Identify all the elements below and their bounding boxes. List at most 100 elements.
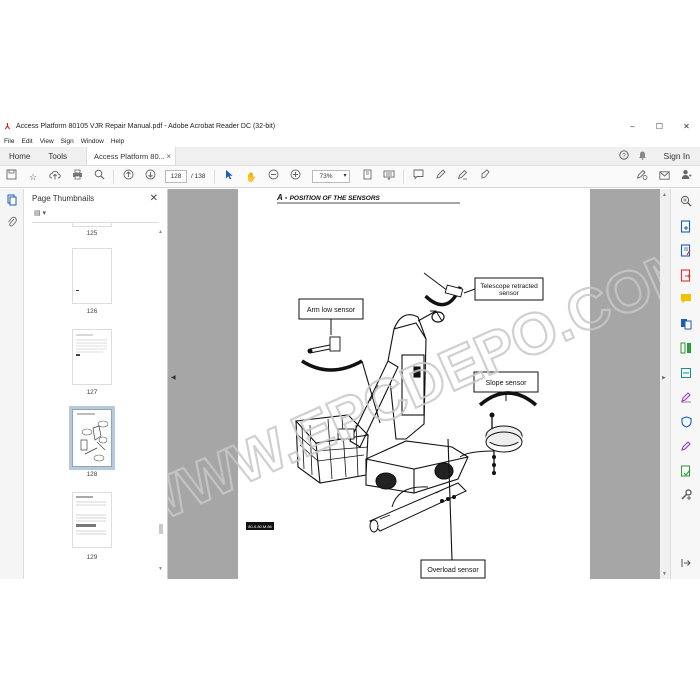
tab-document-label: Access Platform 80... <box>94 151 165 161</box>
cloud-upload-icon[interactable] <box>44 166 66 188</box>
thumbnail-page[interactable] <box>72 248 112 304</box>
comment-icon[interactable] <box>407 166 429 188</box>
thumbnail-page[interactable] <box>72 223 112 227</box>
sign-in-button[interactable]: Sign In <box>664 151 690 161</box>
help-icon[interactable]: ? <box>618 150 629 162</box>
combine-files-icon[interactable] <box>671 312 700 337</box>
notifications-bell-icon[interactable] <box>638 150 647 162</box>
page-number-input[interactable]: 128 <box>165 170 187 183</box>
arm-low-sensor-label: Arm low sensor <box>307 307 356 314</box>
thumbnail-list: 125 126 127 128 129 <box>24 223 167 563</box>
attachments-paperclip-icon[interactable] <box>0 211 24 233</box>
next-page-icon[interactable] <box>139 166 161 188</box>
tab-home[interactable]: Home <box>0 147 39 165</box>
menu-sign[interactable]: Sign <box>61 138 74 145</box>
thumbnail-page-number: 129 <box>86 554 98 561</box>
window-title: Access Platform 80105 VJR Repair Manual.… <box>16 123 276 130</box>
toolbar-divider <box>214 169 216 184</box>
select-arrow-icon[interactable] <box>218 166 240 188</box>
scrollbar-thumb[interactable] <box>159 524 163 534</box>
thumbnails-title: Page Thumbnails <box>32 193 95 203</box>
page-fit-icon[interactable] <box>356 166 378 188</box>
export-pdf-icon[interactable] <box>671 263 700 288</box>
menu-help[interactable]: Help <box>111 138 124 145</box>
menu-view[interactable]: View <box>40 138 54 145</box>
more-tools-icon[interactable] <box>671 483 700 508</box>
slope-sensor-label: Slope sensor <box>486 380 528 387</box>
thumbnail-scrollbar[interactable]: ▲ ▼ <box>158 229 164 574</box>
expand-tools-pane-icon[interactable] <box>671 551 700 576</box>
menu-window[interactable]: Window <box>81 138 104 145</box>
scroll-up-icon[interactable]: ▲ <box>662 192 667 198</box>
thumbnail-page-number: 126 <box>86 308 98 315</box>
thumbnail-content <box>76 290 79 291</box>
search-zoom-icon[interactable] <box>671 189 700 214</box>
menu-file[interactable]: File <box>4 138 14 145</box>
previous-page-icon[interactable] <box>117 166 139 188</box>
toolbar-divider <box>403 169 405 184</box>
page-thumbnails-panel: Page Thumbnails ✕ ▤ ▾ 125 126 127 128 12… <box>24 189 168 579</box>
sensor-diagram: A - Position of the sensors Arm low sens… <box>246 193 544 579</box>
highlight-pen-icon[interactable] <box>429 166 451 188</box>
tab-tools[interactable]: Tools <box>39 147 76 165</box>
draw-pen-icon[interactable] <box>451 166 473 188</box>
mail-icon[interactable] <box>653 166 675 188</box>
organize-pages-icon[interactable] <box>671 336 700 361</box>
tab-bar: Home Tools Access Platform 80... × ? Sig… <box>0 147 700 166</box>
tab-close-button[interactable]: × <box>166 152 171 161</box>
zoom-out-icon[interactable] <box>262 166 284 188</box>
fill-and-sign-icon[interactable] <box>671 385 700 410</box>
scroll-down-icon[interactable]: ▼ <box>662 571 667 577</box>
title-bar: ⅄ Access Platform 80105 VJR Repair Manua… <box>0 118 700 135</box>
main-toolbar: ☆ 128 / 138 ✋ 73% <box>0 166 700 188</box>
bookmark-star-icon[interactable]: ☆ <box>22 166 44 188</box>
slope-sensor-callout: Slope sensor <box>459 371 539 475</box>
pdf-page: A - Position of the sensors <box>238 189 590 579</box>
create-pdf-icon[interactable] <box>671 214 700 239</box>
thumbnail-content <box>76 334 107 356</box>
tab-document[interactable]: Access Platform 80... × <box>86 147 177 165</box>
certificates-icon[interactable] <box>671 459 700 484</box>
figure-reference-text: 80-0.80.M.86 <box>248 524 272 529</box>
maximize-button[interactable]: ☐ <box>646 122 673 131</box>
protect-shield-icon[interactable] <box>671 410 700 435</box>
thumbnail-page[interactable] <box>72 492 112 548</box>
thumbnail-page-number: 127 <box>86 389 98 396</box>
overload-sensor-label: Overload sensor <box>427 567 479 574</box>
zoom-in-icon[interactable] <box>284 166 306 188</box>
thumbnail-content <box>77 413 109 462</box>
right-tools-rail <box>670 189 700 579</box>
close-panel-icon[interactable]: ✕ <box>150 193 158 204</box>
thumbnail-page-selected[interactable] <box>69 406 115 470</box>
close-window-button[interactable]: ✕ <box>673 122 700 131</box>
zoom-level-select[interactable]: 73% <box>312 170 351 183</box>
telescope-sensor-callout: Telescope retracted sensor <box>417 272 544 323</box>
menu-edit[interactable]: Edit <box>21 138 32 145</box>
scan-ocr-icon[interactable] <box>671 361 700 386</box>
page-thumbnails-icon[interactable] <box>0 189 24 211</box>
save-icon[interactable] <box>0 166 22 188</box>
fill-sign-icon[interactable] <box>631 166 653 188</box>
thumbnail-page-number: 128 <box>86 471 98 478</box>
scroll-down-icon[interactable]: ▼ <box>158 566 163 572</box>
document-view[interactable]: ◀ A - Position of the sensors <box>168 189 660 579</box>
hand-tool-icon[interactable]: ✋ <box>240 166 262 188</box>
document-scrollbar[interactable]: ▲ ▶ ▼ <box>660 189 670 579</box>
minimize-button[interactable]: – <box>619 122 646 131</box>
scroll-up-icon[interactable]: ▲ <box>158 229 163 235</box>
collapse-panel-icon[interactable]: ◀ <box>171 374 176 381</box>
collapse-right-panel-icon[interactable]: ▶ <box>662 375 666 381</box>
comment-tool-icon[interactable] <box>671 287 700 312</box>
thumbnail-page[interactable] <box>72 329 112 385</box>
stamp-sign-icon[interactable] <box>473 166 495 188</box>
platform-machine-drawing <box>294 314 469 494</box>
share-user-icon[interactable] <box>675 166 697 188</box>
thumbnail-options-menu[interactable]: ▤ ▾ <box>32 209 159 223</box>
keyboard-icon[interactable] <box>378 166 400 188</box>
send-for-signature-icon[interactable] <box>671 434 700 459</box>
find-magnifier-icon[interactable] <box>88 166 110 188</box>
toolbar-divider <box>113 169 114 184</box>
print-icon[interactable] <box>66 166 88 188</box>
acrobat-logo-icon: ⅄ <box>5 122 10 131</box>
edit-pdf-icon[interactable] <box>671 238 700 263</box>
